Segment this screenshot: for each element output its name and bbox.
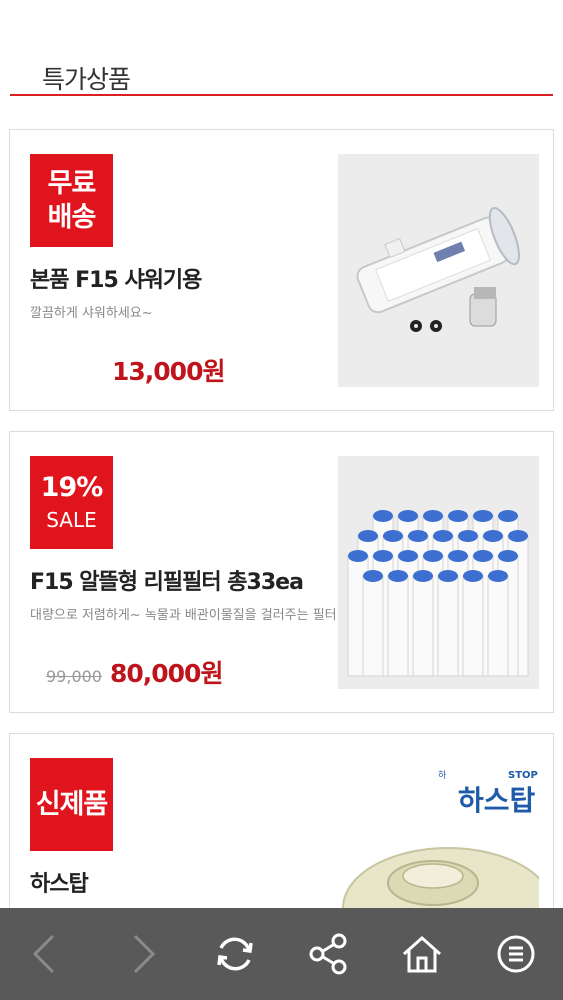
price-row: 99,000 80,000원 (46, 654, 223, 690)
logo-stop: STOP (508, 770, 538, 781)
badge-line1: 무료 (47, 167, 97, 199)
logo-small: 하 (438, 770, 447, 781)
forward-button[interactable] (106, 919, 176, 989)
bottom-toolbar (0, 908, 563, 1000)
original-price: 99,000 (46, 667, 102, 686)
product-description: 깔끔하게 샤워하세요~ (30, 306, 153, 321)
sale-badge: 19% SALE (30, 456, 113, 549)
new-product-badge: 신제품 (30, 758, 113, 851)
section-title: 특가상품 (42, 65, 131, 94)
back-icon (32, 934, 54, 974)
product-name[interactable]: 하스탑 (30, 866, 89, 898)
product-description: 대량으로 저렴하게~ 녹물과 배관이물질을 걸러주는 필터 (30, 608, 337, 623)
product-card[interactable]: 무료 배송 본품 F15 샤워기용 깔끔하게 샤워하세요~ 13,000원 (9, 129, 554, 411)
product-image[interactable] (338, 456, 539, 689)
logo-main: 하스탑 (458, 784, 536, 817)
product-name[interactable]: F15 알뜰형 리필필터 총33ea (30, 564, 304, 596)
product-price: 80,000원 (109, 659, 223, 688)
badge-line1: 19% (40, 471, 104, 503)
refresh-button[interactable] (200, 919, 270, 989)
haseutap-image: 하 STOP 하스탑 (338, 758, 539, 932)
refill-filters-image (338, 456, 539, 689)
product-image[interactable]: 하 STOP 하스탑 (338, 758, 539, 932)
share-button[interactable] (293, 919, 363, 989)
home-button[interactable] (387, 919, 457, 989)
badge-line2: SALE (46, 507, 97, 532)
refresh-icon (216, 937, 253, 971)
product-card[interactable]: 19% SALE F15 알뜰형 리필필터 총33ea 대량으로 저렴하게~ 녹… (9, 431, 554, 713)
forward-icon (133, 934, 155, 974)
product-name[interactable]: 본품 F15 샤워기용 (30, 262, 202, 294)
section-header: 특가상품 (10, 50, 553, 96)
product-card[interactable]: 신제품 하스탑 하 STOP 하스탑 (9, 733, 554, 933)
product-price: 13,000원 (112, 357, 225, 386)
badge-line1: 신제품 (35, 788, 109, 820)
shower-filter-image (338, 154, 539, 387)
product-image[interactable] (338, 154, 539, 387)
back-button[interactable] (12, 919, 82, 989)
menu-icon (497, 935, 535, 973)
badge-line2: 배송 (47, 201, 97, 233)
share-icon (309, 933, 347, 975)
price-row: 13,000원 (112, 352, 225, 388)
menu-button[interactable] (481, 919, 551, 989)
free-shipping-badge: 무료 배송 (30, 154, 113, 247)
home-icon (403, 935, 442, 973)
